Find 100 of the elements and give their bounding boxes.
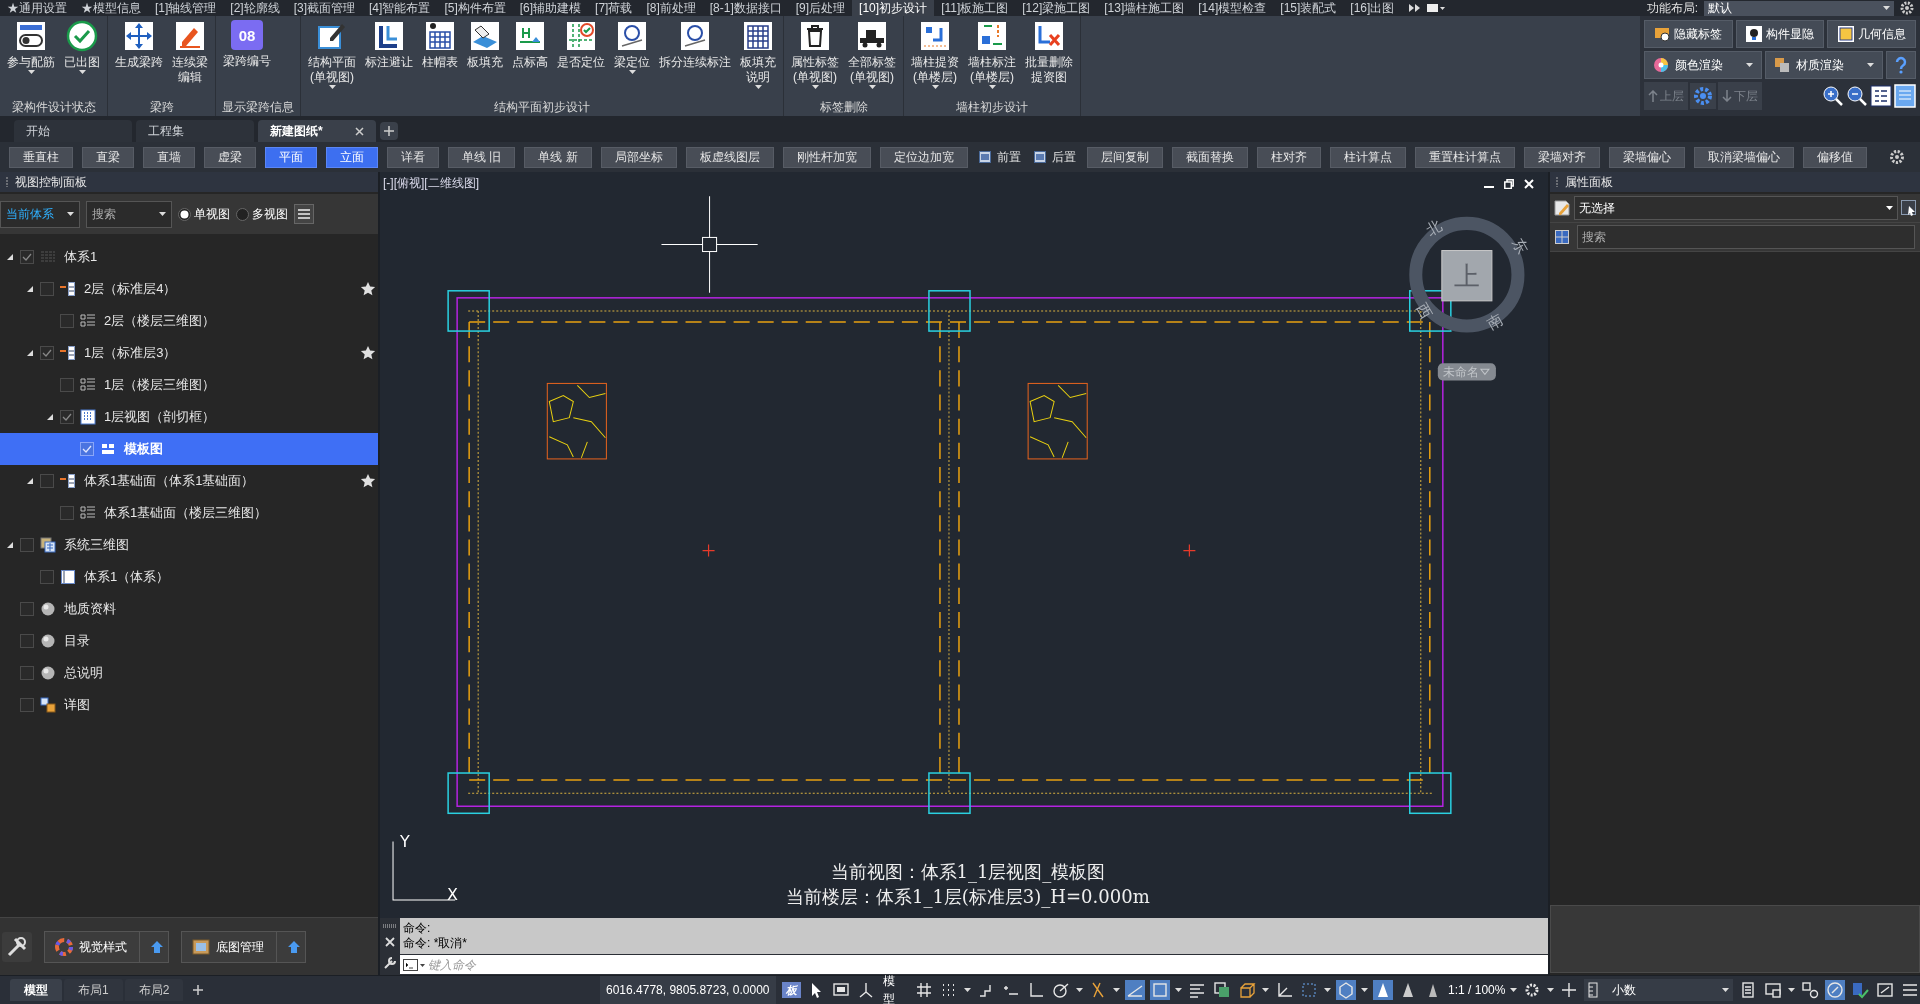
ribbon-button[interactable]: 是否定位 <box>553 20 609 70</box>
ribbon-button[interactable]: 生成梁跨 <box>111 20 167 70</box>
menu-tab[interactable]: [16]出图 <box>1343 0 1402 16</box>
checkbox[interactable] <box>40 474 54 488</box>
panel-tool-button[interactable]: 视觉样式 <box>44 930 169 963</box>
view-mode-radio[interactable]: 多视图 <box>236 205 288 223</box>
search-field[interactable]: 搜索 <box>1577 225 1915 249</box>
angle-icon[interactable] <box>1125 980 1146 1000</box>
checkbox[interactable] <box>80 442 94 456</box>
expanded-icon[interactable] <box>26 477 34 485</box>
menu-tab[interactable]: [15]装配式 <box>1273 0 1344 16</box>
toolbar-button[interactable]: 垂直柱 <box>9 146 73 168</box>
star-icon[interactable] <box>360 473 376 489</box>
settings-icon[interactable] <box>1900 1 1914 15</box>
tree-item[interactable]: 总说明 <box>0 657 378 689</box>
ribbon-button[interactable]: 梁定位 <box>610 20 654 74</box>
tree-item[interactable]: 1层视图（剖切框） <box>0 401 378 433</box>
menu-tab[interactable]: [14]模型检查 <box>1191 0 1274 16</box>
ribbon-button[interactable]: 拆分连续标注 <box>655 20 735 70</box>
ribbon-button[interactable]: 墙柱标注 (单楼层) <box>964 20 1020 89</box>
checkbox[interactable] <box>20 698 34 712</box>
toolbar-button[interactable]: 柱计算点 <box>1329 146 1406 168</box>
close-icon[interactable] <box>355 126 364 136</box>
document-tab[interactable]: 工程集 <box>136 120 254 142</box>
menu-tab[interactable]: [8-1]数据接口 <box>702 0 789 16</box>
toolbar-button[interactable]: 截面替换 <box>1171 146 1248 168</box>
checkbox[interactable] <box>20 538 34 552</box>
direction-label[interactable]: 东 <box>1509 235 1532 257</box>
menu-tab[interactable]: [2]轮廓线 <box>223 0 287 16</box>
tree-item[interactable]: 地质资料 <box>0 593 378 625</box>
toolbar-button[interactable]: 偏移值 <box>1802 146 1867 168</box>
toggle-button[interactable]: 隐藏标签 <box>1644 20 1733 48</box>
toolbar-button[interactable]: 柱对齐 <box>1256 146 1321 168</box>
menu-tab[interactable]: [4]智能布置 <box>362 0 438 16</box>
toggle-button[interactable]: 构件显隐 <box>1735 20 1825 48</box>
toggle-button[interactable]: 几何信息 <box>1827 20 1916 48</box>
tree-item[interactable]: 系统三维图 <box>0 529 378 561</box>
pick-icon[interactable] <box>1901 200 1917 216</box>
plus-icon[interactable] <box>191 983 206 997</box>
toolbar-button[interactable]: 虚梁 <box>204 146 256 168</box>
star-icon[interactable] <box>360 281 376 297</box>
settings-icon[interactable] <box>1889 149 1905 165</box>
properties-icon[interactable] <box>1870 85 1892 107</box>
menu-tab[interactable]: ★模型信息 <box>74 0 148 16</box>
ribbon-button[interactable]: 属性标签 (单视图) <box>787 20 843 89</box>
menu-tab[interactable]: [13]墙柱施工图 <box>1097 0 1192 16</box>
toolbar-button[interactable]: 平面 <box>265 146 317 168</box>
ribbon-button[interactable]: 08 梁跨编号 <box>219 20 275 69</box>
ribbon-button[interactable]: 墙柱提资 (单楼层) <box>907 20 963 89</box>
toolbar-button[interactable]: 定位边加宽 <box>879 146 968 168</box>
box-icon[interactable] <box>1237 980 1258 1000</box>
render-dropdown[interactable]: 颜色渲染 <box>1644 51 1762 79</box>
menu-tab[interactable]: [12]梁施工图 <box>1015 0 1098 16</box>
menu-tab[interactable]: [5]构件布置 <box>437 0 513 16</box>
ribbon-button[interactable]: 已出图 <box>60 20 104 74</box>
tree-item[interactable]: 体系1基础面（楼层三维图） <box>0 497 378 529</box>
wrench-icon[interactable] <box>383 956 397 970</box>
tree-item[interactable]: 体系1（体系） <box>0 561 378 593</box>
checkbox[interactable] <box>60 314 74 328</box>
checkbox[interactable] <box>60 410 74 424</box>
toolbar-button[interactable]: 取消梁墙偏心 <box>1693 146 1794 168</box>
menu-tab[interactable]: [1]轴线管理 <box>148 0 224 16</box>
menu-tab[interactable]: [10]初步设计 <box>852 0 935 16</box>
zoom-in-icon[interactable] <box>1822 85 1844 107</box>
layout-tab[interactable]: 布局2 <box>124 979 184 1001</box>
scale-dropdown[interactable]: 1:1 / 100% <box>1448 981 1506 999</box>
layers-check-icon[interactable] <box>1850 980 1870 1000</box>
checkbox[interactable] <box>60 378 74 392</box>
units-dropdown[interactable]: 小数 <box>1584 979 1733 1001</box>
screen-icon[interactable] <box>1763 980 1783 1000</box>
expanded-icon[interactable] <box>6 541 14 549</box>
document-tab[interactable]: 开始 <box>14 120 132 142</box>
checkbox[interactable] <box>40 570 54 584</box>
ribbon-button[interactable]: 柱帽表 <box>418 20 462 70</box>
scope-dropdown[interactable]: 当前体系 <box>0 200 80 228</box>
viewport-label[interactable]: [-][俯视][二维线图] <box>383 174 479 192</box>
toolbar-button[interactable]: 单线 新 <box>524 146 592 168</box>
toolbar-button[interactable]: 梁墙偏心 <box>1608 146 1685 168</box>
view-cube-face[interactable] <box>1441 250 1493 302</box>
toolbar-button[interactable]: 局部坐标 <box>600 146 677 168</box>
toolbar-button[interactable]: 单线 旧 <box>448 146 516 168</box>
selection-dropdown[interactable]: 无选择 <box>1574 196 1898 220</box>
layout-tab[interactable]: 布局1 <box>64 979 123 1001</box>
toolbar-button[interactable]: 梁墙对齐 <box>1523 146 1600 168</box>
toolbar-button[interactable]: 直墙 <box>143 146 195 168</box>
restore-icon[interactable] <box>1504 179 1514 189</box>
window-icon[interactable] <box>1427 4 1446 12</box>
checkbox[interactable] <box>40 282 54 296</box>
layout-tab[interactable]: 模型 <box>10 979 62 1001</box>
zoom-out-icon[interactable] <box>1846 85 1868 107</box>
checkbox[interactable] <box>20 666 34 680</box>
fullscreen-icon[interactable] <box>1875 980 1895 1000</box>
panel-tool-button[interactable]: 底图管理 <box>181 930 306 963</box>
search-dropdown[interactable]: 搜索 <box>86 200 172 228</box>
cube-icon[interactable] <box>1336 980 1357 1000</box>
tree-item[interactable]: 目录 <box>0 625 378 657</box>
tree-item[interactable]: 2层（标准层4） <box>0 273 378 305</box>
toolbar-button[interactable]: 前置 <box>976 147 1023 167</box>
expanded-icon[interactable] <box>6 253 14 261</box>
ribbon-button[interactable]: 点标高 <box>508 20 552 70</box>
